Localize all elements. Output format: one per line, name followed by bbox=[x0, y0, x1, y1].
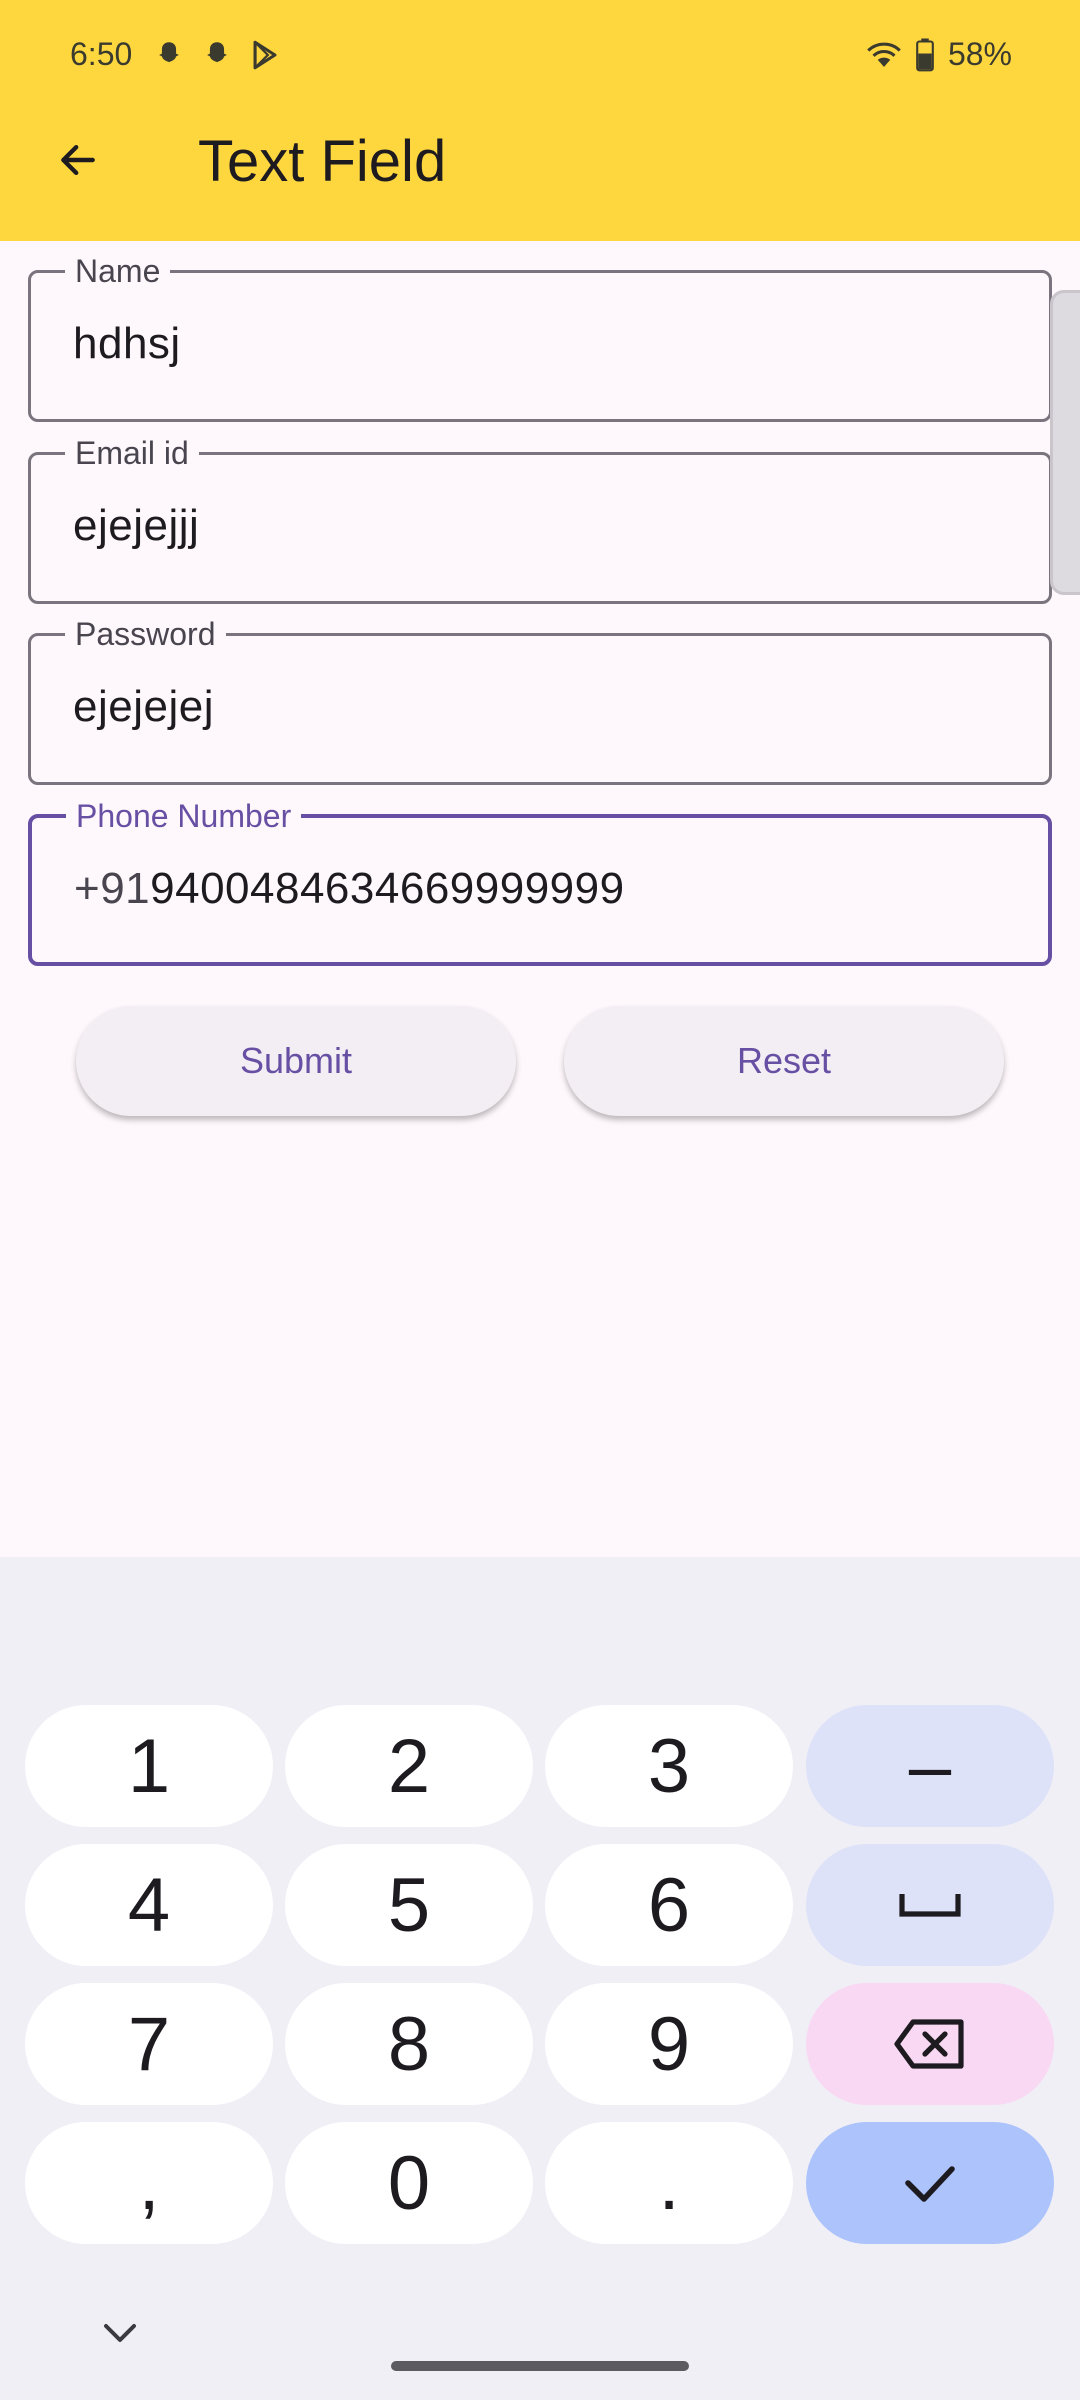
name-field[interactable]: Name hdhsj bbox=[28, 251, 1052, 422]
backspace-icon bbox=[894, 2019, 964, 2069]
reset-button[interactable]: Reset bbox=[564, 1006, 1004, 1116]
password-field-label: Password bbox=[65, 614, 226, 654]
status-time: 6:50 bbox=[70, 36, 133, 72]
key-comma[interactable]: , bbox=[25, 2122, 273, 2244]
arrow-back-icon bbox=[61, 144, 95, 176]
password-field[interactable]: Password ejejejej bbox=[28, 614, 1052, 785]
snapchat-icon bbox=[159, 42, 179, 63]
back-button[interactable] bbox=[48, 130, 108, 190]
wifi-icon bbox=[867, 42, 901, 67]
key-0[interactable]: 0 bbox=[285, 2122, 533, 2244]
submit-button[interactable]: Submit bbox=[76, 1006, 516, 1116]
name-field-value: hdhsj bbox=[73, 319, 181, 368]
scrollbar-thumb[interactable] bbox=[1050, 290, 1080, 595]
space-icon bbox=[899, 1894, 961, 1917]
phone-number-text: 9400484634669999999 bbox=[150, 864, 625, 913]
app-bar: 6:50 58% Text Field bbox=[0, 0, 1080, 241]
password-field-value: ejejejej bbox=[73, 682, 214, 731]
phone-prefix: +91 bbox=[74, 864, 151, 913]
check-icon bbox=[905, 2166, 955, 2202]
status-bar: 6:50 58% bbox=[0, 0, 1080, 110]
key-7[interactable]: 7 bbox=[25, 1983, 273, 2105]
key-3[interactable]: 3 bbox=[545, 1705, 793, 1827]
battery-percent: 58% bbox=[947, 36, 1012, 72]
email-field-label: Email id bbox=[65, 433, 199, 473]
numeric-keyboard bbox=[0, 1557, 1080, 2400]
name-field-label: Name bbox=[65, 251, 171, 291]
key-8[interactable]: 8 bbox=[285, 1983, 533, 2105]
battery-icon bbox=[916, 38, 934, 71]
phone-number-field[interactable]: Phone Number +919400484634669999999 bbox=[28, 796, 1052, 966]
key-done[interactable] bbox=[806, 2122, 1054, 2244]
status-right: 58% bbox=[866, 36, 1012, 73]
key-6[interactable]: 6 bbox=[545, 1844, 793, 1966]
email-field[interactable]: Email id ejejejjj bbox=[28, 433, 1052, 604]
key-5[interactable]: 5 bbox=[285, 1844, 533, 1966]
phone-number-field-label: Phone Number bbox=[66, 796, 302, 836]
key-backspace[interactable] bbox=[806, 1983, 1054, 2105]
key-space[interactable] bbox=[806, 1844, 1054, 1966]
key-9[interactable]: 9 bbox=[545, 1983, 793, 2105]
key-period[interactable]: . bbox=[545, 2122, 793, 2244]
snapchat-icon bbox=[207, 42, 227, 63]
email-field-value: ejejejjj bbox=[73, 501, 200, 550]
key-dash[interactable]: – bbox=[806, 1705, 1054, 1827]
key-1[interactable]: 1 bbox=[25, 1705, 273, 1827]
key-4[interactable]: 4 bbox=[25, 1844, 273, 1966]
chevron-down-icon bbox=[104, 2324, 136, 2342]
play-store-icon bbox=[253, 40, 277, 70]
keyboard-collapse-button[interactable] bbox=[92, 2312, 148, 2354]
page-title: Text Field bbox=[198, 129, 447, 194]
phone-number-field-value: +919400484634669999999 bbox=[74, 864, 625, 914]
home-indicator[interactable] bbox=[391, 2361, 689, 2371]
key-2[interactable]: 2 bbox=[285, 1705, 533, 1827]
